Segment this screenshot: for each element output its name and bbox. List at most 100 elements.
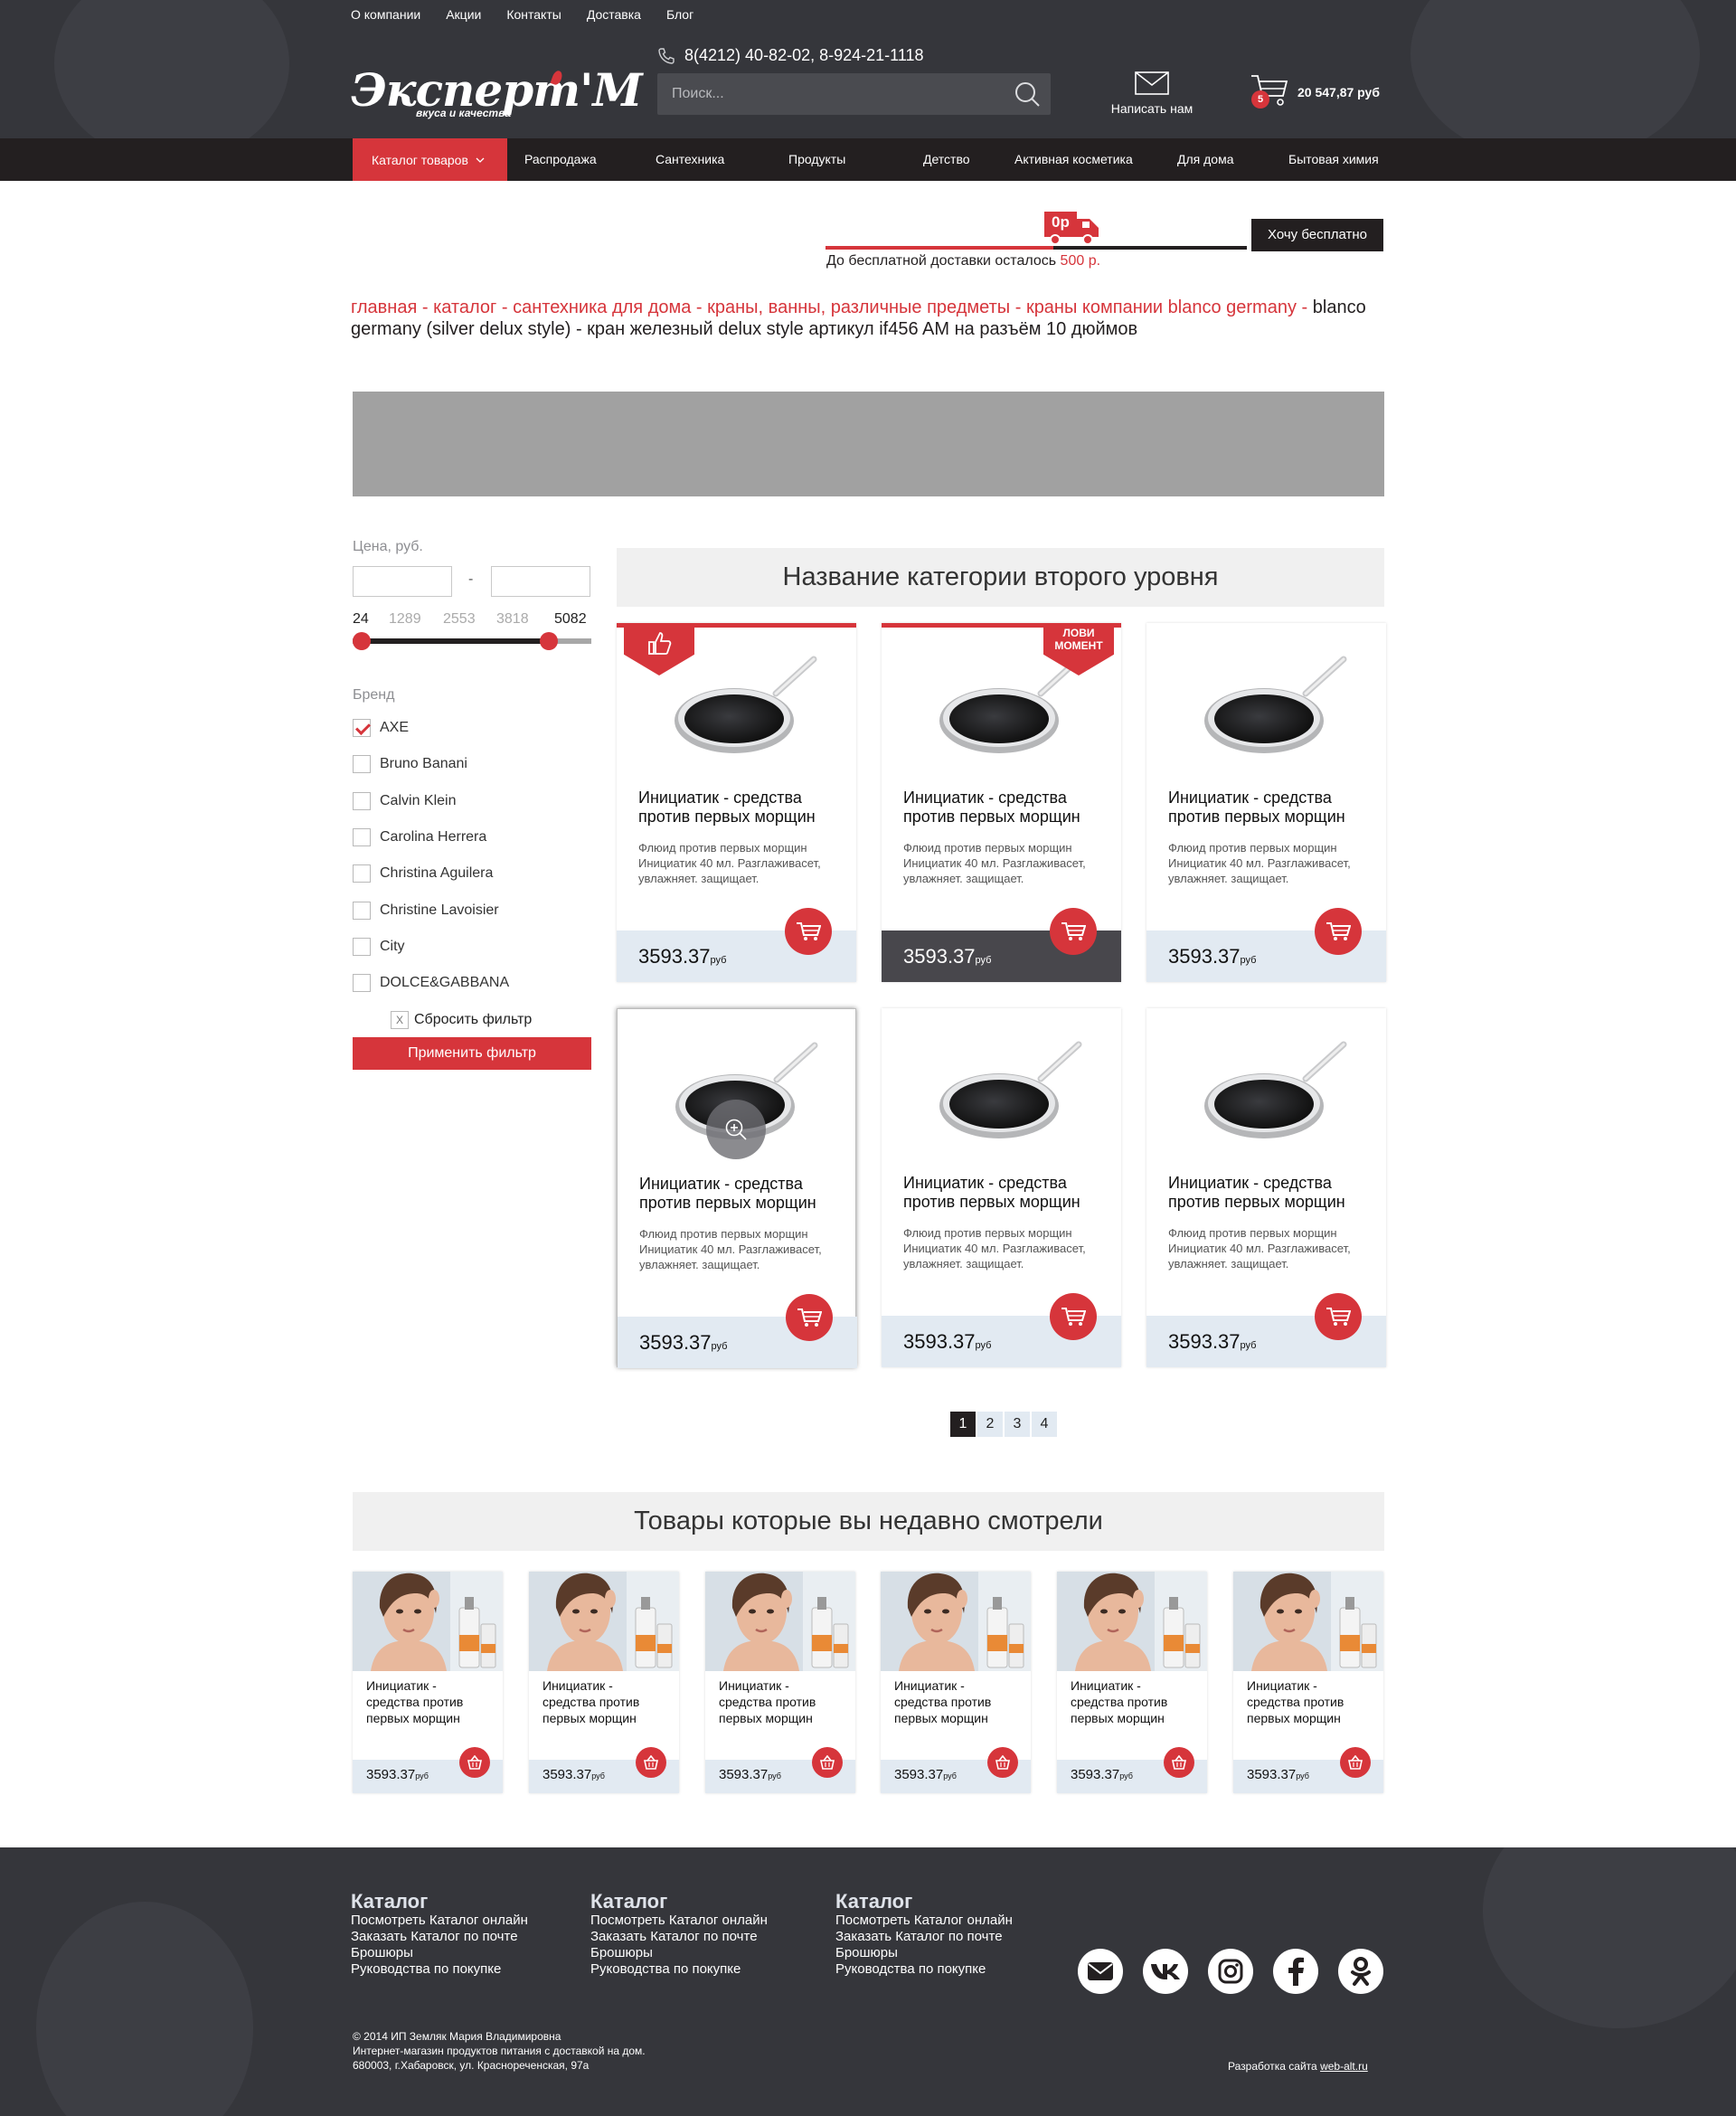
footer-link[interactable]: Руководства по покупке — [351, 1961, 528, 1978]
search-button[interactable] — [1011, 79, 1043, 109]
nav-plumbing[interactable]: Сантехника — [656, 138, 724, 181]
catalog-menu-button[interactable]: Каталог товаров — [353, 138, 507, 181]
recent-product-card[interactable]: Инициатик - средства против первых морщи… — [529, 1572, 679, 1793]
add-to-cart-button[interactable] — [786, 1294, 833, 1341]
add-to-basket-button[interactable] — [987, 1747, 1018, 1778]
checkbox[interactable] — [353, 827, 371, 846]
checkbox[interactable] — [353, 755, 371, 774]
price-slider-max-handle[interactable] — [540, 632, 559, 650]
recent-product-card[interactable]: Инициатик - средства против первых морщи… — [705, 1572, 855, 1793]
social-vk-button[interactable] — [1143, 1949, 1188, 1994]
footer-link[interactable]: Брошюры — [590, 1945, 768, 1961]
product-card[interactable]: Инициатик - средства против первых морщи… — [617, 1008, 857, 1368]
product-image[interactable] — [939, 1035, 1084, 1144]
product-name[interactable]: Инициатик - средства против первых морщи… — [903, 1174, 1107, 1212]
footer-column-title[interactable]: Каталог — [590, 1891, 768, 1913]
recent-product-name[interactable]: Инициатик - средства против первых морщи… — [719, 1677, 845, 1726]
add-to-cart-button[interactable] — [1315, 908, 1362, 955]
add-to-cart-button[interactable] — [1050, 908, 1097, 955]
product-card[interactable]: Инициатик - средства против первых морщи… — [617, 623, 856, 982]
recent-product-card[interactable]: Инициатик - средства против первых морщи… — [881, 1572, 1031, 1793]
price-slider[interactable] — [353, 632, 591, 650]
brand-checkbox-item[interactable]: Bruno Banani — [353, 754, 467, 774]
social-facebook-button[interactable] — [1273, 1949, 1318, 1994]
recent-product-name[interactable]: Инициатик - средства против первых морщи… — [1071, 1677, 1197, 1726]
topnav-promo[interactable]: Акции — [446, 7, 481, 22]
price-from-input[interactable] — [353, 566, 452, 597]
footer-link[interactable]: Брошюры — [835, 1945, 1013, 1961]
logo[interactable]: Эксперт'M вкуса и качества — [351, 67, 643, 121]
checkbox[interactable] — [353, 719, 371, 737]
checkbox[interactable] — [353, 937, 371, 956]
developer-link[interactable]: web-alt.ru — [1320, 2060, 1368, 2073]
want-free-button[interactable]: Хочу бесплатно — [1251, 219, 1383, 251]
recent-product-image[interactable] — [881, 1572, 1031, 1671]
brand-checkbox-item[interactable]: Calvin Klein — [353, 791, 456, 811]
page-2[interactable]: 2 — [977, 1412, 1003, 1437]
footer-column-title[interactable]: Каталог — [835, 1891, 1013, 1913]
checkbox[interactable] — [353, 864, 371, 883]
footer-link[interactable]: Брошюры — [351, 1945, 528, 1961]
footer-link[interactable]: Посмотреть Каталог онлайн — [835, 1913, 1013, 1929]
topnav-delivery[interactable]: Доставка — [587, 7, 641, 22]
add-to-cart-button[interactable] — [785, 908, 832, 955]
social-instagram-button[interactable] — [1208, 1949, 1253, 1994]
apply-filter-button[interactable]: Применить фильтр — [353, 1037, 591, 1070]
recent-product-name[interactable]: Инициатик - средства против первых морщи… — [366, 1677, 493, 1726]
brand-checkbox-item[interactable]: Christine Lavoisier — [353, 901, 499, 921]
add-to-basket-button[interactable] — [636, 1747, 666, 1778]
topnav-about[interactable]: О компании — [351, 7, 420, 22]
price-to-input[interactable] — [491, 566, 590, 597]
recent-product-name[interactable]: Инициатик - средства против первых морщи… — [542, 1677, 669, 1726]
brand-checkbox-item[interactable]: DOLCE&GABBANA — [353, 973, 509, 993]
zoom-button[interactable] — [706, 1100, 766, 1159]
footer-link[interactable]: Руководства по покупке — [590, 1961, 768, 1978]
product-image[interactable] — [675, 650, 819, 759]
checkbox[interactable] — [353, 791, 371, 810]
brand-checkbox-item[interactable]: Carolina Herrera — [353, 827, 486, 847]
product-image[interactable] — [1204, 650, 1349, 759]
add-to-basket-button[interactable] — [1164, 1747, 1194, 1778]
breadcrumb-home[interactable]: главная — [351, 298, 417, 317]
product-name[interactable]: Инициатик - средства против первых морщи… — [903, 789, 1107, 827]
topnav-blog[interactable]: Блог — [666, 7, 693, 22]
checkbox[interactable] — [353, 974, 371, 993]
product-card[interactable]: Инициатик - средства против первых морщи… — [1146, 623, 1386, 982]
product-name[interactable]: Инициатик - средства против первых морщи… — [638, 789, 842, 827]
product-name[interactable]: Инициатик - средства против первых морщи… — [1168, 1174, 1372, 1212]
product-image[interactable] — [1204, 1035, 1349, 1144]
add-to-basket-button[interactable] — [1340, 1747, 1371, 1778]
footer-link[interactable]: Посмотреть Каталог онлайн — [351, 1913, 528, 1929]
add-to-basket-button[interactable] — [812, 1747, 843, 1778]
footer-link[interactable]: Заказать Каталог по почте — [590, 1929, 768, 1945]
page-1[interactable]: 1 — [950, 1412, 976, 1437]
recent-product-image[interactable] — [353, 1572, 503, 1671]
nav-cosmetics[interactable]: Активная косметика — [1014, 138, 1133, 181]
write-us-button[interactable]: Написать нам — [1109, 71, 1195, 116]
footer-link[interactable]: Заказать Каталог по почте — [835, 1929, 1013, 1945]
product-image[interactable] — [939, 650, 1084, 759]
product-name[interactable]: Инициатик - средства против первых морщи… — [1168, 789, 1372, 827]
page-3[interactable]: 3 — [1005, 1412, 1030, 1437]
nav-chemicals[interactable]: Бытовая химия — [1288, 138, 1379, 181]
cart-button[interactable]: 5 20 547,87 руб — [1250, 69, 1394, 114]
recent-product-card[interactable]: Инициатик - средства против первых морщи… — [1233, 1572, 1383, 1793]
recent-product-image[interactable] — [1057, 1572, 1207, 1671]
breadcrumb-brand[interactable]: краны компании blanco germany — [1026, 298, 1297, 317]
reset-filter-button[interactable]: X Сбросить фильтр — [391, 1011, 532, 1029]
topnav-contacts[interactable]: Контакты — [506, 7, 561, 22]
recent-product-image[interactable] — [705, 1572, 855, 1671]
social-odnoklassniki-button[interactable] — [1338, 1949, 1383, 1994]
search-input[interactable] — [657, 73, 1001, 115]
page-4[interactable]: 4 — [1032, 1412, 1057, 1437]
recent-product-name[interactable]: Инициатик - средства против первых морщи… — [894, 1677, 1021, 1726]
nav-home[interactable]: Для дома — [1177, 138, 1234, 181]
brand-checkbox-item[interactable]: AXE — [353, 718, 409, 738]
brand-checkbox-item[interactable]: Christina Aguilera — [353, 864, 493, 883]
add-to-cart-button[interactable] — [1315, 1293, 1362, 1340]
breadcrumb-catalog[interactable]: каталог — [433, 298, 496, 317]
nav-childhood[interactable]: Детство — [923, 138, 970, 181]
breadcrumb-taps[interactable]: краны, ванны, различные предметы — [707, 298, 1010, 317]
nav-products[interactable]: Продукты — [788, 138, 845, 181]
checkbox[interactable] — [353, 901, 371, 920]
